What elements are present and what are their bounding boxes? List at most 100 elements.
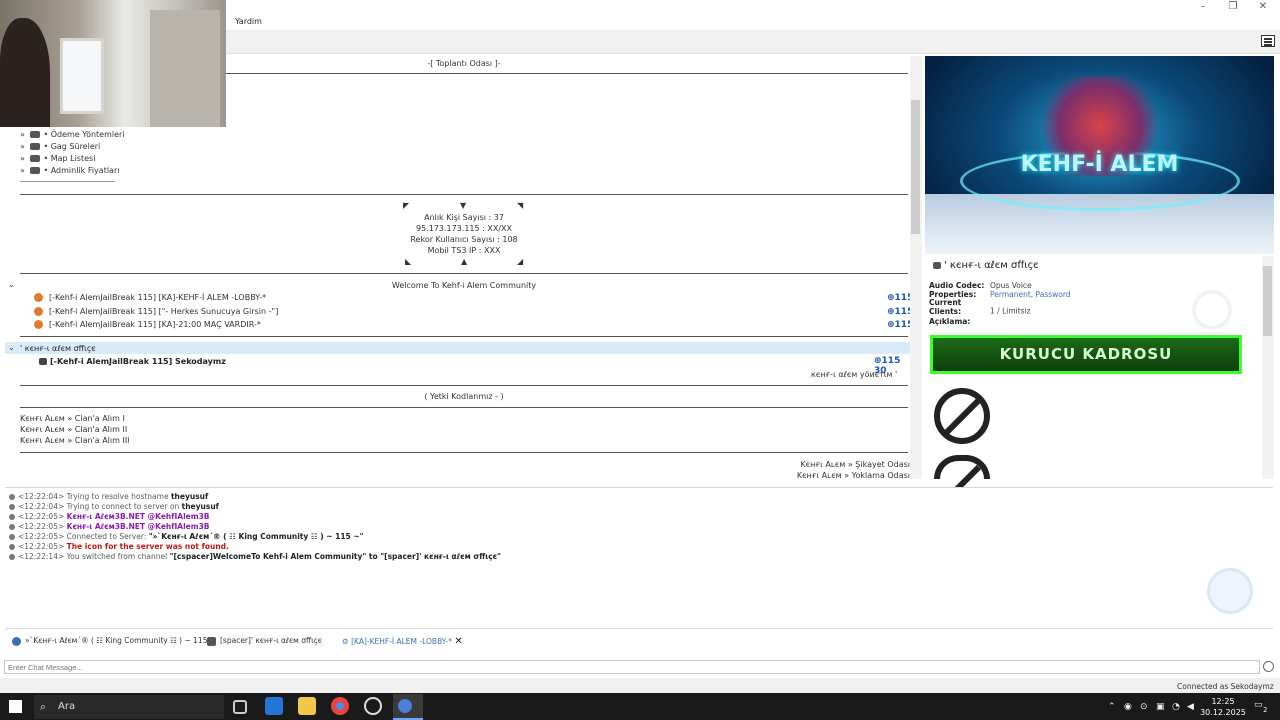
channel-item[interactable]: » • Ödeme Yöntemleri: [20, 130, 125, 139]
log-line: <12:22:05> Kєнғ-ι Aℓєм3B.NET @KehfIAlem3…: [9, 522, 210, 531]
server-badge: ⊕115: [887, 320, 910, 330]
welcome-channel[interactable]: Welcome To Kehf-i Alem Community: [20, 281, 908, 290]
selected-channel[interactable]: ' кєнғ-ι αℓєм σffιçє: [20, 344, 96, 353]
clan-channel[interactable]: Kєнғι Aʟєм » Clan'a Alım I: [20, 414, 125, 423]
server-row[interactable]: [-Kehf-i AlemJailBreak 115] [KA]-21:00 M…: [34, 320, 261, 329]
chat-icon: [933, 261, 941, 269]
layout-icon[interactable]: [1261, 35, 1275, 47]
user-icon: [39, 358, 47, 365]
divider: [20, 452, 908, 453]
file-explorer-icon[interactable]: [298, 697, 316, 715]
log-line: <12:22:05> Kєнғ-ι Aℓєм3B.NET @KehfIAlem3…: [9, 512, 210, 521]
menu-help[interactable]: Yardim: [235, 17, 262, 26]
volume-icon[interactable]: ◀: [1187, 702, 1194, 712]
roll-channel[interactable]: Kєнғι Aʟєм » Yoklama Odası: [797, 471, 910, 479]
wifi-icon[interactable]: ◔: [1172, 702, 1180, 712]
server-badge: ⊕115: [887, 293, 910, 303]
tree-scrollbar-thumb[interactable]: [911, 100, 920, 234]
minimize-icon[interactable]: –: [1188, 0, 1218, 14]
tray-icon[interactable]: ◉: [1124, 702, 1132, 712]
search-placeholder: Ara: [58, 701, 76, 712]
server-row[interactable]: [-Kehf-i AlemJailBreak 115] [KA]-KEHF-İ …: [34, 293, 266, 302]
channel-icon: ⚙: [342, 637, 352, 646]
arrow-down-icon: ▼: [460, 201, 467, 210]
info-scrollbar-thumb[interactable]: [1263, 266, 1272, 336]
webcam-window: [60, 38, 104, 114]
info-icon: [9, 524, 15, 530]
chevron-down-icon[interactable]: ⌄: [8, 343, 15, 352]
webcam-person: [0, 18, 50, 127]
channel-item[interactable]: » • Gag Süreleri: [20, 142, 100, 151]
complaint-channel[interactable]: Kєнғι Aʟєм » Şikayet Odası: [801, 460, 910, 469]
selected-channel-row[interactable]: [5, 342, 910, 354]
tray-chevron-icon[interactable]: ⌃: [1108, 702, 1116, 712]
stat-line[interactable]: 95.173.173.115 : XX/XX: [20, 224, 908, 233]
notification-icon[interactable]: ▭: [1254, 700, 1263, 710]
missing-image-icon: [934, 388, 990, 444]
task-view-icon[interactable]: [233, 700, 247, 714]
server-icon: [12, 636, 21, 646]
chat-icon: [207, 636, 216, 646]
channel-item[interactable]: » • Map Listesi: [20, 154, 95, 163]
clan-channel[interactable]: Kєнғι Aʟєм » Clan'a Alım III: [20, 436, 130, 445]
info-icon: [9, 544, 15, 550]
channel-icon: [34, 307, 43, 316]
arrow-up-icon: ▲: [461, 257, 468, 266]
corner-deco: ◣: [405, 257, 412, 266]
user-tag: кєнғ-ι αℓєм уöиєтιм ': [811, 370, 898, 379]
channel-icon: [34, 293, 43, 302]
emoji-icon[interactable]: [1263, 661, 1274, 672]
chat-input[interactable]: [4, 660, 1260, 674]
speaker-icon: [30, 143, 41, 150]
tab-lobby[interactable]: ⚙ [KA]-KEHF-İ ALEM -LOBBY-* ✕: [342, 636, 463, 647]
windows-start-icon[interactable]: [9, 700, 22, 713]
mic-icon[interactable]: ⊙: [1140, 702, 1148, 712]
divider: [20, 385, 908, 386]
stat-line[interactable]: Rekor Kullanıcı Sayısı : 108: [20, 235, 908, 244]
info-icon: [9, 504, 15, 510]
close-tab-icon[interactable]: ✕: [454, 636, 462, 647]
clan-channel[interactable]: Kєнғι Aʟєм » Clan'a Alım II: [20, 425, 127, 434]
channel-item[interactable]: » • Adminlik Fiyatları: [20, 166, 119, 175]
divider: [20, 336, 908, 337]
banner-text: KEHF-İ ALEM: [1020, 152, 1179, 177]
tab-server[interactable]: »`Kєнғ-ι Aℓєм´® ( ☷ King Community ☷ ) ~…: [12, 636, 216, 646]
chrome-icon[interactable]: [331, 697, 349, 715]
tab-channel[interactable]: [spacer]' кєнғ-ι αℓєм σffιçє: [207, 636, 322, 646]
chevron-down-icon[interactable]: ⌄: [8, 280, 15, 289]
user-row[interactable]: [-Kehf-i AlemJailBreak 115] Sekodaymz: [36, 357, 226, 366]
connection-status: Connected as Sekodaymz: [1177, 682, 1274, 691]
info-icon: [9, 514, 15, 520]
taskbar-clock[interactable]: 12:25 30.12.2025: [1195, 696, 1251, 718]
log-line: <12:22:04> Trying to connect to server o…: [9, 502, 219, 511]
network-icon[interactable]: ▣: [1156, 702, 1165, 712]
channel-properties: Audio Codec: Opus Voice Properties: Perman…: [929, 281, 1071, 317]
speaker-icon: [30, 167, 41, 174]
stat-line[interactable]: Anlık Kişi Sayısı : 37: [20, 213, 908, 222]
divider: [20, 407, 908, 408]
stat-line[interactable]: Mobil TS3 IP : XXX: [20, 246, 908, 255]
server-banner: KEHF-İ ALEM: [925, 56, 1274, 254]
server-row[interactable]: [-Kehf-i AlemJailBreak 115] ["- Herkes S…: [34, 307, 278, 316]
log-line: <12:22:05> The icon for the server was n…: [9, 542, 229, 551]
close-icon[interactable]: ✕: [1248, 0, 1278, 14]
app-icon[interactable]: [364, 697, 382, 715]
channel-info-title: ' кєнғ-ι αℓєм σffιçє: [930, 260, 1039, 271]
outlook-icon[interactable]: [265, 697, 283, 715]
maximize-icon[interactable]: ❐: [1218, 0, 1248, 14]
corner-deco: ◢: [517, 257, 524, 266]
info-icon: [9, 534, 15, 540]
speaker-icon: [30, 131, 41, 138]
channel-icon: [34, 320, 43, 329]
notification-count: 2: [1263, 706, 1268, 714]
yetki-channel[interactable]: ( Yetki Kodlanmız - ): [20, 392, 908, 401]
loading-ring: [1192, 290, 1232, 330]
webcam-overlay: [0, 0, 226, 127]
divider: [20, 181, 115, 182]
teamspeak-icon: [398, 699, 412, 713]
divider: [20, 273, 908, 274]
status-bar: [0, 678, 1280, 693]
log-line: <12:22:05> Connected to Server: "»`Kєнғ-…: [9, 532, 364, 541]
description-label: Açıklama:: [929, 317, 971, 326]
log-line: <12:22:14> You switched from channel "[c…: [9, 552, 501, 561]
